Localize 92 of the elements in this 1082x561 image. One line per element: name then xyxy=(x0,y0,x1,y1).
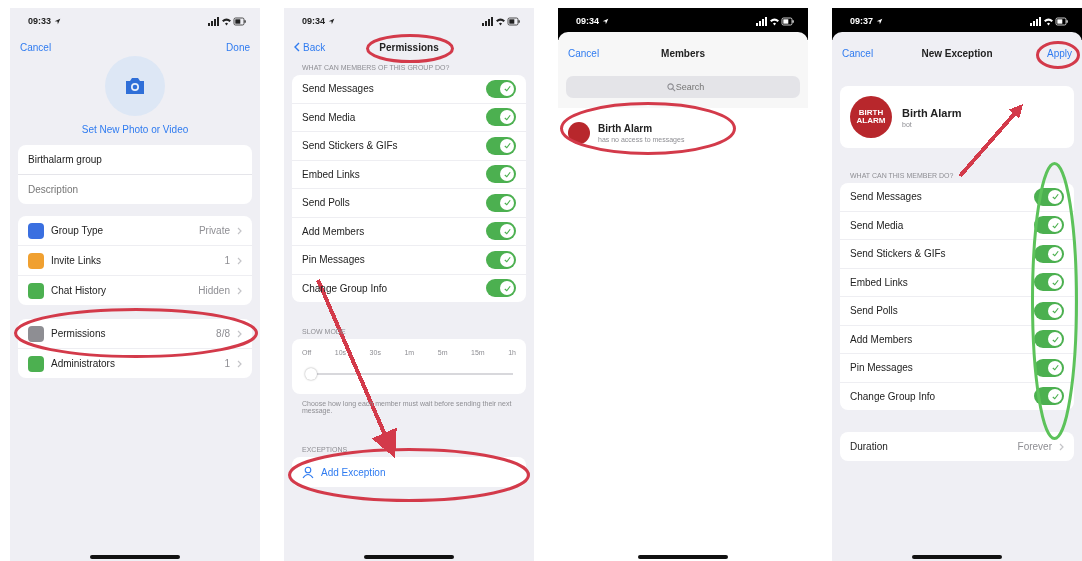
search-field[interactable]: Search xyxy=(566,76,800,98)
location-arrow-icon xyxy=(54,17,62,25)
camera-icon xyxy=(124,77,146,95)
toggle-switch[interactable] xyxy=(1034,301,1064,320)
settings-row[interactable]: Invite Links 1 xyxy=(18,246,252,276)
chevron-icon xyxy=(237,359,242,368)
settings-row[interactable]: Permissions 8/8 xyxy=(18,319,252,349)
status-time: 09:34 xyxy=(576,16,600,26)
avatar-text: BIRTH ALARM xyxy=(855,109,887,125)
check-icon xyxy=(502,169,512,179)
description-field[interactable]: Description xyxy=(18,175,252,204)
permission-label: Add Members xyxy=(850,333,913,345)
screen-title: New Exception xyxy=(921,47,993,59)
toggle-switch[interactable] xyxy=(1034,358,1064,377)
status-time: 09:34 xyxy=(302,16,326,26)
toggle-switch[interactable] xyxy=(486,193,516,212)
settings-row[interactable]: Group Type Private xyxy=(18,216,252,246)
check-icon xyxy=(502,255,512,265)
cancel-button[interactable]: Cancel xyxy=(842,47,874,59)
group-name-field[interactable]: Birthalarm group xyxy=(18,145,252,175)
permission-label: Send Stickers & GIFs xyxy=(302,140,398,152)
status-time: 09:37 xyxy=(850,16,874,26)
toggle-switch[interactable] xyxy=(486,279,516,298)
toggle-switch[interactable] xyxy=(1034,244,1064,263)
toggle-switch[interactable] xyxy=(1034,216,1064,235)
permission-label: Embed Links xyxy=(850,276,908,288)
toggle-switch[interactable] xyxy=(1034,330,1064,349)
permission-label: Embed Links xyxy=(302,168,360,180)
screen-title: Members xyxy=(661,47,705,59)
permission-label: Send Polls xyxy=(302,197,350,209)
member-name: Birth Alarm xyxy=(598,123,654,134)
check-icon xyxy=(1050,306,1060,316)
permission-label: Pin Messages xyxy=(850,362,913,374)
chevron-icon xyxy=(1059,442,1064,451)
status-icons-drawing xyxy=(208,16,246,26)
location-arrow-icon xyxy=(602,17,610,25)
duration-row[interactable]: Duration Forever xyxy=(840,432,1074,461)
check-icon xyxy=(502,112,512,122)
set-photo-link[interactable]: Set New Photo or Video xyxy=(81,124,189,135)
person-add-icon xyxy=(302,465,314,479)
permission-label: Send Media xyxy=(850,219,904,231)
chevron-icon xyxy=(237,329,242,338)
toggle-switch[interactable] xyxy=(486,108,516,127)
done-button[interactable]: Done xyxy=(226,41,250,53)
apply-button[interactable]: Apply xyxy=(1047,47,1072,59)
settings-row[interactable]: Administrators 1 xyxy=(18,349,252,378)
toggle-switch[interactable] xyxy=(1034,273,1064,292)
toggle-switch[interactable] xyxy=(486,250,516,269)
settings-row[interactable]: Chat History Hidden xyxy=(18,276,252,305)
permission-label: Send Media xyxy=(302,111,356,123)
chevron-icon xyxy=(237,226,242,235)
toggle-switch[interactable] xyxy=(486,136,516,155)
permission-label: Change Group Info xyxy=(850,390,936,402)
chevron-icon xyxy=(237,256,242,265)
member-name: Birth Alarm xyxy=(902,106,962,119)
check-icon xyxy=(1050,220,1060,230)
toggle-switch[interactable] xyxy=(486,165,516,184)
check-icon xyxy=(1050,277,1060,287)
permission-label: Send Stickers & GIFs xyxy=(850,248,946,260)
permission-label: Send Messages xyxy=(850,191,922,203)
permission-label: Send Polls xyxy=(850,305,898,317)
toggle-switch[interactable] xyxy=(486,222,516,241)
toggle-switch[interactable] xyxy=(486,79,516,98)
chevron-icon xyxy=(237,286,242,295)
back-button[interactable]: Back xyxy=(294,41,326,53)
check-icon xyxy=(502,283,512,293)
check-icon xyxy=(1050,391,1060,401)
chevron-left-icon xyxy=(294,42,300,52)
search-icon xyxy=(667,83,676,92)
add-exception-row[interactable]: Add Exception xyxy=(292,457,526,487)
status-icons-drawing xyxy=(756,16,794,26)
toggle-switch[interactable] xyxy=(1034,187,1064,206)
status-icons-drawing xyxy=(1030,16,1068,26)
check-icon xyxy=(1050,363,1060,373)
status-time: 09:33 xyxy=(28,16,52,26)
check-icon xyxy=(1050,192,1060,202)
check-icon xyxy=(502,198,512,208)
permission-label: Add Members xyxy=(302,225,365,237)
location-arrow-icon xyxy=(876,17,884,25)
cancel-button[interactable]: Cancel xyxy=(568,47,600,59)
check-icon xyxy=(502,84,512,94)
slider-thumb[interactable] xyxy=(305,368,317,380)
screen-title: Permissions xyxy=(379,41,439,53)
status-icons-drawing xyxy=(482,16,520,26)
permission-label: Pin Messages xyxy=(302,254,365,266)
permission-label: Send Messages xyxy=(302,83,374,95)
check-icon xyxy=(502,141,512,151)
check-icon xyxy=(502,226,512,236)
check-icon xyxy=(1050,249,1060,259)
check-icon xyxy=(1050,334,1060,344)
cancel-button[interactable]: Cancel xyxy=(20,41,52,53)
location-arrow-icon xyxy=(328,17,336,25)
